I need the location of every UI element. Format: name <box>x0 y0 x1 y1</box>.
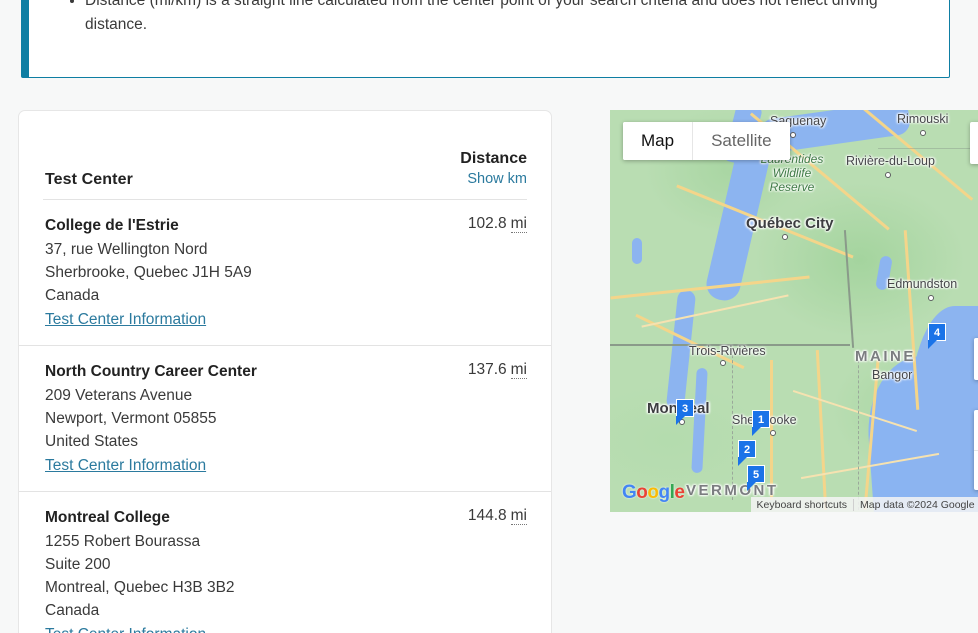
test-center-details: North Country Career Center 209 Veterans… <box>45 360 257 477</box>
distance-label: Distance <box>460 150 527 167</box>
map-city-dot <box>885 172 891 178</box>
distance-number: 144.8 <box>467 507 507 524</box>
map-type-button-satellite[interactable]: Satellite <box>692 122 790 160</box>
distance-unit-abbr: mi <box>510 361 527 379</box>
map-type-button-map[interactable]: Map <box>623 122 693 160</box>
map-border-dashed <box>732 350 733 500</box>
address-line: Sherbrooke, Quebec J1H 5A9 <box>45 264 252 281</box>
logo-letter: g <box>658 482 671 503</box>
address-line: United States <box>45 433 139 450</box>
address-line: 209 Veterans Avenue <box>45 387 193 404</box>
logo-letter: G <box>622 482 637 503</box>
logo-letter: e <box>674 482 685 503</box>
map-city-dot <box>720 360 726 366</box>
test-center-details: College de l'Estrie 37, rue Wellington N… <box>45 214 252 331</box>
map-border-dashed <box>878 148 978 150</box>
address-line: Montreal, Quebec H3B 3B2 <box>45 579 235 596</box>
distance-unit-abbr: mi <box>510 215 527 233</box>
address-line: Canada <box>45 602 100 619</box>
street-view-pegman-button[interactable] <box>974 338 978 380</box>
test-center-information-link[interactable]: Test Center Information <box>45 454 206 477</box>
results-header: Test Center Distance Show km <box>19 111 551 199</box>
map-city-dot <box>928 295 934 301</box>
map-border-dashed <box>858 350 859 510</box>
test-center-information-link[interactable]: Test Center Information <box>45 623 206 633</box>
notice-content: considerations. Distance (mi/km) is a st… <box>29 0 949 47</box>
distance-value-cell: 137.6 mi <box>468 360 527 379</box>
map-city-dot <box>782 234 788 240</box>
address-line: 37, rue Wellington Nord <box>45 241 208 258</box>
test-center-details: Montreal College 1255 Robert Bourassa Su… <box>45 506 235 633</box>
distance-notice-callout: considerations. Distance (mi/km) is a st… <box>21 0 950 78</box>
distance-value-cell: 144.8 mi <box>468 506 527 525</box>
map-fullscreen-button[interactable] <box>970 122 978 164</box>
test-center-results-card: Test Center Distance Show km College de … <box>18 110 552 633</box>
table-row[interactable]: College de l'Estrie 37, rue Wellington N… <box>19 200 551 345</box>
map-canvas[interactable]: Saguenay Rimouski Rivière-du-Loup Lauren… <box>610 110 978 512</box>
test-center-search-results-page: considerations. Distance (mi/km) is a st… <box>0 0 978 633</box>
distance-number: 102.8 <box>467 215 507 232</box>
address-line: Newport, Vermont 05855 <box>45 410 217 427</box>
map-city-dot <box>920 130 926 136</box>
map-marker-1[interactable]: 1 <box>752 410 770 436</box>
logo-letter: o <box>636 482 648 503</box>
map-attribution-bar: Keyboard shortcuts Map data ©2024 Google… <box>750 497 978 512</box>
notice-bullet-item: Distance (mi/km) is a straight line calc… <box>85 0 927 37</box>
map-type-control[interactable]: Map Satellite <box>623 122 790 160</box>
map-marker-3[interactable]: 3 <box>676 399 694 425</box>
google-logo: Google <box>622 482 685 504</box>
map-marker-2[interactable]: 2 <box>738 440 756 466</box>
map-marker-4[interactable]: 4 <box>928 323 946 349</box>
test-center-name: College de l'Estrie <box>45 217 179 234</box>
test-center-information-link[interactable]: Test Center Information <box>45 308 206 331</box>
distance-value-cell: 102.8 mi <box>468 214 527 233</box>
results-map[interactable]: Saguenay Rimouski Rivière-du-Loup Lauren… <box>610 110 978 512</box>
column-header-distance: Distance Show km <box>460 149 527 189</box>
show-km-toggle-link[interactable]: Show km <box>467 170 527 189</box>
keyboard-shortcuts-link[interactable]: Keyboard shortcuts <box>751 499 853 511</box>
test-center-name: North Country Career Center <box>45 363 257 380</box>
zoom-in-button[interactable] <box>974 410 978 450</box>
logo-letter: o <box>647 482 659 503</box>
zoom-out-button[interactable] <box>974 450 978 490</box>
map-data-credit: Map data ©2024 Google <box>853 498 978 511</box>
column-header-test-center: Test Center <box>45 171 133 188</box>
test-center-name: Montreal College <box>45 509 170 526</box>
table-row[interactable]: North Country Career Center 209 Veterans… <box>19 345 551 491</box>
distance-unit-abbr: mi <box>510 507 527 525</box>
map-marker-5[interactable]: 5 <box>747 465 765 491</box>
notice-bullet-list: Distance (mi/km) is a straight line calc… <box>63 0 927 37</box>
map-zoom-control[interactable] <box>974 410 978 490</box>
map-border-us-canada <box>610 344 850 346</box>
table-row[interactable]: Montreal College 1255 Robert Bourassa Su… <box>19 491 551 633</box>
map-city-dot <box>770 430 776 436</box>
address-line: Canada <box>45 287 100 304</box>
map-water-lake <box>632 238 642 264</box>
address-line: Suite 200 <box>45 556 111 573</box>
distance-number: 137.6 <box>467 361 507 378</box>
address-line: 1255 Robert Bourassa <box>45 533 201 550</box>
map-city-dot <box>790 132 796 138</box>
